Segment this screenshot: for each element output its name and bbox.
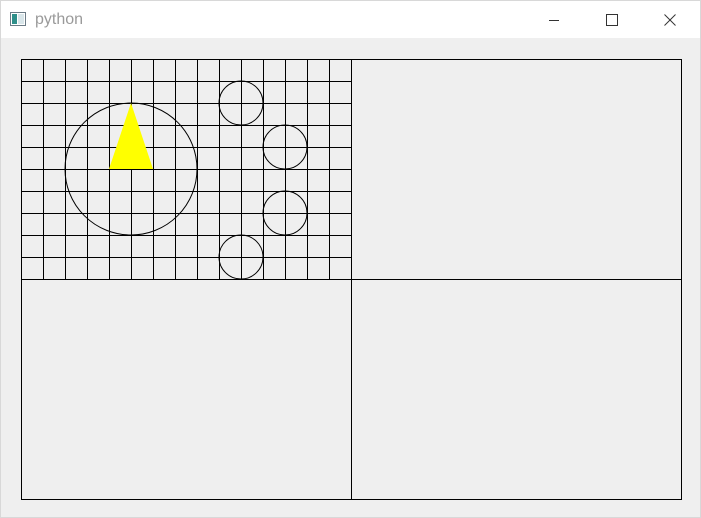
flag-drawing — [21, 59, 682, 500]
window-title: python — [35, 11, 84, 28]
drawing-canvas[interactable] — [1, 38, 700, 517]
close-button[interactable] — [647, 1, 693, 38]
window-app-icon — [10, 12, 26, 26]
maximize-icon — [606, 13, 618, 26]
maximize-button[interactable] — [589, 1, 635, 38]
app-window: python — [0, 0, 701, 518]
close-icon — [664, 13, 676, 26]
minimize-button[interactable] — [531, 1, 577, 38]
title-bar[interactable]: python — [1, 1, 700, 38]
yellow-triangle — [109, 103, 153, 169]
minimize-icon — [549, 19, 559, 21]
